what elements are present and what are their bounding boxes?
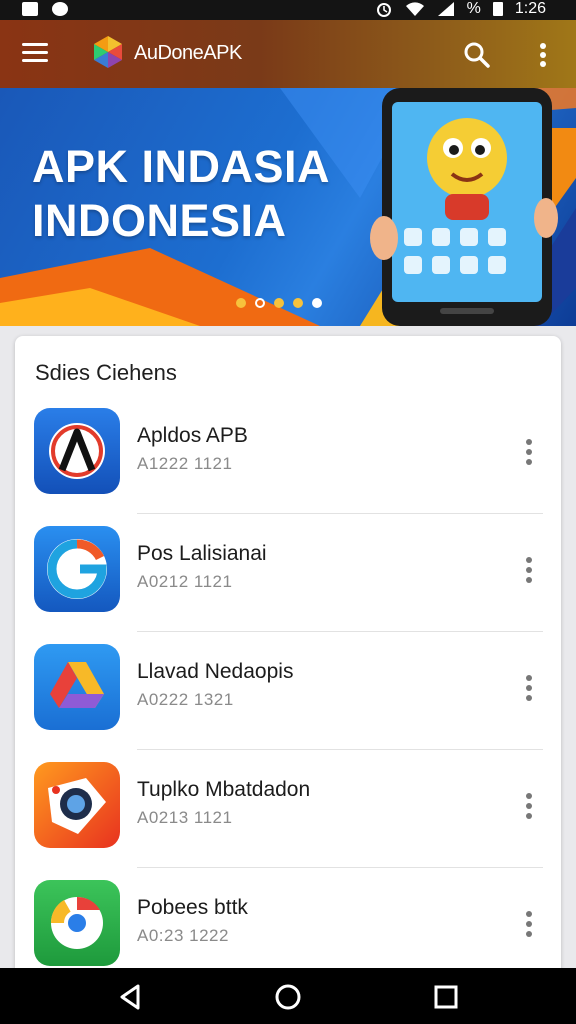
phone-illustration (370, 88, 558, 326)
signal-icon (437, 2, 454, 16)
wifi-icon (405, 2, 424, 17)
app-name: Llavad Nedaopis (137, 660, 294, 683)
list-item[interactable]: Apldos APB A1222 1121 (15, 396, 561, 514)
banner-title-line-2: INDONESIA (32, 195, 287, 246)
carousel-dot[interactable] (255, 298, 265, 308)
app-list-card: Sdies Ciehens Apldos APB A1222 1121 Pos … (15, 336, 561, 976)
battery-text: % (466, 0, 481, 17)
more-vert-icon[interactable] (515, 670, 543, 706)
carousel-dot-active[interactable] (312, 298, 322, 308)
carousel-dot[interactable] (293, 298, 303, 308)
app-meta: A0:23 1222 (137, 926, 229, 945)
alarm-icon (376, 3, 391, 17)
app-meta: A0222 1321 (137, 690, 234, 709)
carousel-indicator (236, 298, 322, 308)
recents-icon[interactable] (430, 982, 462, 1012)
app-g-icon (34, 526, 120, 612)
battery-icon (492, 2, 503, 16)
more-vert-icon[interactable] (515, 552, 543, 588)
carousel-dot[interactable] (274, 298, 284, 308)
notification-icon (22, 2, 38, 16)
status-left-icons (22, 2, 68, 16)
more-vert-icon[interactable] (515, 788, 543, 824)
list-item[interactable]: Pos Lalisianai A0212 1121 (15, 514, 561, 632)
app-title: AuDoneAPK (134, 42, 242, 64)
system-nav-bar (0, 968, 576, 1024)
app-bar: AuDoneAPK (0, 20, 576, 88)
list-item[interactable]: Pobees bttk A0:23 1222 (15, 868, 561, 976)
camera-icon (34, 762, 120, 848)
search-icon[interactable] (462, 40, 492, 70)
banner-title-line-1: APK INDASIA (32, 141, 331, 192)
app-name: Pobees bttk (137, 896, 248, 919)
app-meta: A1222 1121 (137, 454, 233, 473)
back-icon[interactable] (114, 982, 146, 1012)
app-name: Tuplko Mbatdadon (137, 778, 311, 801)
more-vert-icon[interactable] (530, 40, 556, 70)
menu-icon (22, 43, 52, 62)
chrome-icon (34, 880, 120, 966)
carousel-dot[interactable] (236, 298, 246, 308)
app-meta: A0212 1121 (137, 572, 233, 591)
app-name: Pos Lalisianai (137, 542, 267, 565)
menu-button[interactable] (22, 40, 52, 66)
status-time: 1:26 (514, 0, 546, 17)
list-item[interactable]: Llavad Nedaopis A0222 1321 (15, 632, 561, 750)
drive-icon (34, 644, 120, 730)
whatsapp-icon (52, 2, 68, 16)
app-a-icon (34, 408, 120, 494)
more-vert-icon[interactable] (515, 906, 543, 942)
app-logo (94, 36, 122, 68)
home-icon[interactable] (272, 982, 304, 1012)
list-header: Sdies Ciehens (35, 360, 177, 385)
list-item[interactable]: Tuplko Mbatdadon A0213 1121 (15, 750, 561, 868)
banner-title: APK INDASIA INDONESIA (32, 140, 330, 248)
app-meta: A0213 1121 (137, 808, 233, 827)
app-name: Apldos APB (137, 424, 248, 447)
more-vert-icon[interactable] (515, 434, 543, 470)
promo-banner[interactable]: APK INDASIA INDONESIA (0, 88, 576, 326)
status-right-icons: % 1:26 (375, 0, 546, 18)
status-bar: % 1:26 (0, 0, 576, 20)
